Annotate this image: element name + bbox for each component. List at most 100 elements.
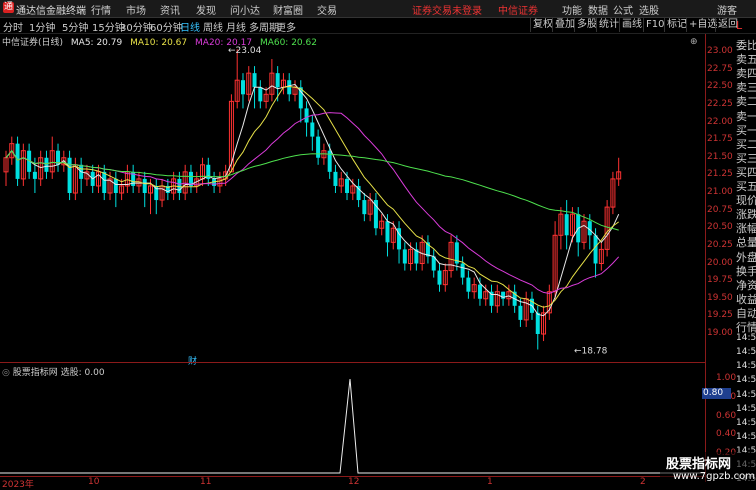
price-tick-label: 21.75 — [707, 134, 733, 145]
side-panel-header[interactable]: L — [736, 19, 742, 32]
title-bar: 通 通达信金融终端 行情 市场 资讯 发现 问小达 财富圈 交易 证券交易未登录… — [0, 0, 756, 18]
menu-jiaoyi[interactable]: 交易 — [317, 2, 337, 17]
broker-name[interactable]: 中信证券 — [498, 2, 538, 17]
candlestick-chart[interactable]: ←23.04 ←18.78 ⊕ — [0, 34, 705, 362]
low-price-label: ←18.78 — [574, 347, 608, 357]
candle-body — [113, 178, 118, 193]
candle-body — [310, 122, 315, 137]
app-name: 通达信金融终端 — [16, 6, 86, 17]
side-panel-item: 14:50 — [736, 431, 756, 442]
candle-body — [362, 200, 367, 215]
candle-body — [102, 171, 107, 193]
price-tick-label: 19.25 — [707, 310, 733, 321]
candle-body — [345, 178, 350, 193]
period-60min[interactable]: 60分钟 — [150, 19, 183, 34]
price-tick-label: 20.50 — [707, 222, 733, 233]
period-weekly[interactable]: 周线 — [203, 19, 223, 34]
price-tick-label: 20.75 — [707, 204, 733, 215]
candle-body — [142, 178, 147, 193]
candle-body — [402, 249, 407, 264]
app-logo-icon: 通 — [3, 2, 14, 13]
candle-body — [177, 178, 182, 193]
user-guest[interactable]: 游客 — [717, 2, 737, 17]
candle-body — [15, 143, 20, 179]
side-panel-item: 14:50 — [736, 361, 756, 372]
price-tick-label: 19.50 — [707, 292, 733, 303]
price-tick-label: 22.75 — [707, 63, 733, 74]
period-toolbar: 分时 1分钟 5分钟 15分钟 30分钟 60分钟 日线 周线 月线 多周期 更… — [0, 18, 756, 34]
price-tick-label: 23.00 — [707, 46, 733, 56]
stats-button[interactable]: 统计 — [596, 18, 621, 32]
price-tick-label: 21.50 — [707, 151, 733, 162]
side-panel-item: 14:50 — [736, 389, 756, 400]
indicator-tick-label: 1.00 — [716, 373, 737, 383]
menu-shuju[interactable]: 数据 — [588, 2, 608, 17]
candle-body — [32, 171, 37, 179]
menu-wenxiaoda[interactable]: 问小达 — [230, 2, 260, 17]
side-panel-item: 14:50 — [736, 347, 756, 358]
candle-body — [564, 214, 569, 236]
period-multi[interactable]: 多周期 — [249, 19, 279, 34]
price-tick-label: 22.00 — [707, 116, 733, 127]
f10-button[interactable]: F10 — [643, 18, 666, 32]
menu-shichang[interactable]: 市场 — [126, 2, 146, 17]
time-tick-label: 1 — [487, 477, 493, 487]
price-tick-label: 22.50 — [707, 81, 733, 92]
price-tick-label: 22.25 — [707, 98, 733, 109]
candle-body — [240, 80, 245, 95]
candle-body — [252, 73, 257, 88]
price-tick-label: 19.00 — [707, 328, 733, 338]
candle-body — [287, 80, 292, 95]
menu-gongshi[interactable]: 公式 — [613, 2, 633, 17]
price-tick-label: 20.25 — [707, 239, 733, 250]
time-tick-label: 2023年 — [2, 480, 34, 490]
high-price-label: ←23.04 — [228, 46, 262, 56]
period-daily[interactable]: 日线 — [180, 19, 200, 34]
candle-body — [333, 171, 338, 186]
watermark-title: 股票指标网 — [666, 457, 732, 472]
draw-line-button[interactable]: 画线 — [619, 18, 644, 32]
indicator-current-value: 0.80 — [702, 388, 731, 399]
menu-xuangu[interactable]: 选股 — [639, 2, 659, 17]
menu-faxian[interactable]: 发现 — [196, 2, 216, 17]
candle-body — [460, 263, 465, 278]
candle-body — [535, 312, 540, 334]
time-tick-label: 11 — [200, 477, 212, 487]
period-1min[interactable]: 1分钟 — [29, 19, 55, 34]
candle-body — [466, 277, 471, 292]
candle-body — [67, 157, 72, 193]
period-monthly[interactable]: 月线 — [226, 19, 246, 34]
period-30min[interactable]: 30分钟 — [120, 19, 153, 34]
indicator-tick-label: 0.40 — [716, 429, 737, 440]
candle-body — [518, 305, 523, 320]
candle-body — [304, 108, 309, 123]
watermark-url: www.7gpzb.com — [673, 471, 755, 482]
menu-zixun[interactable]: 资讯 — [160, 2, 180, 17]
candle-body — [593, 235, 598, 264]
trade-login-status[interactable]: 证券交易未登录 — [412, 2, 482, 17]
candle-body — [275, 73, 280, 88]
candle-body — [258, 87, 263, 102]
price-tick-label: 19.75 — [707, 275, 733, 286]
side-panel-item: 14:50 — [736, 403, 756, 414]
price-tick-label: 21.25 — [707, 169, 733, 180]
menu-gongneng[interactable]: 功能 — [562, 2, 582, 17]
time-tick-label: 12 — [348, 477, 360, 487]
candle-body — [316, 136, 321, 158]
indicator-chart[interactable] — [0, 363, 705, 476]
side-panel-item: 14:50 — [736, 333, 756, 344]
time-tick-label: 2 — [640, 477, 646, 487]
menu-caifuquan[interactable]: 财富圈 — [273, 2, 303, 17]
pin-icon: ⊕ — [690, 37, 698, 47]
price-tick-label: 21.00 — [707, 187, 733, 197]
time-tick-label: 10 — [88, 477, 100, 487]
candle-body — [437, 270, 442, 285]
side-panel-item: 14:50 — [736, 417, 756, 428]
ma60-line — [5, 149, 619, 231]
period-more[interactable]: 更多 — [276, 19, 296, 34]
menu-hangqing[interactable]: 行情 — [91, 2, 111, 17]
indicator-tick-label: 0.60 — [716, 410, 737, 421]
period-5min[interactable]: 5分钟 — [62, 19, 88, 34]
period-fenshi[interactable]: 分时 — [3, 19, 23, 34]
candle-body — [385, 221, 390, 243]
